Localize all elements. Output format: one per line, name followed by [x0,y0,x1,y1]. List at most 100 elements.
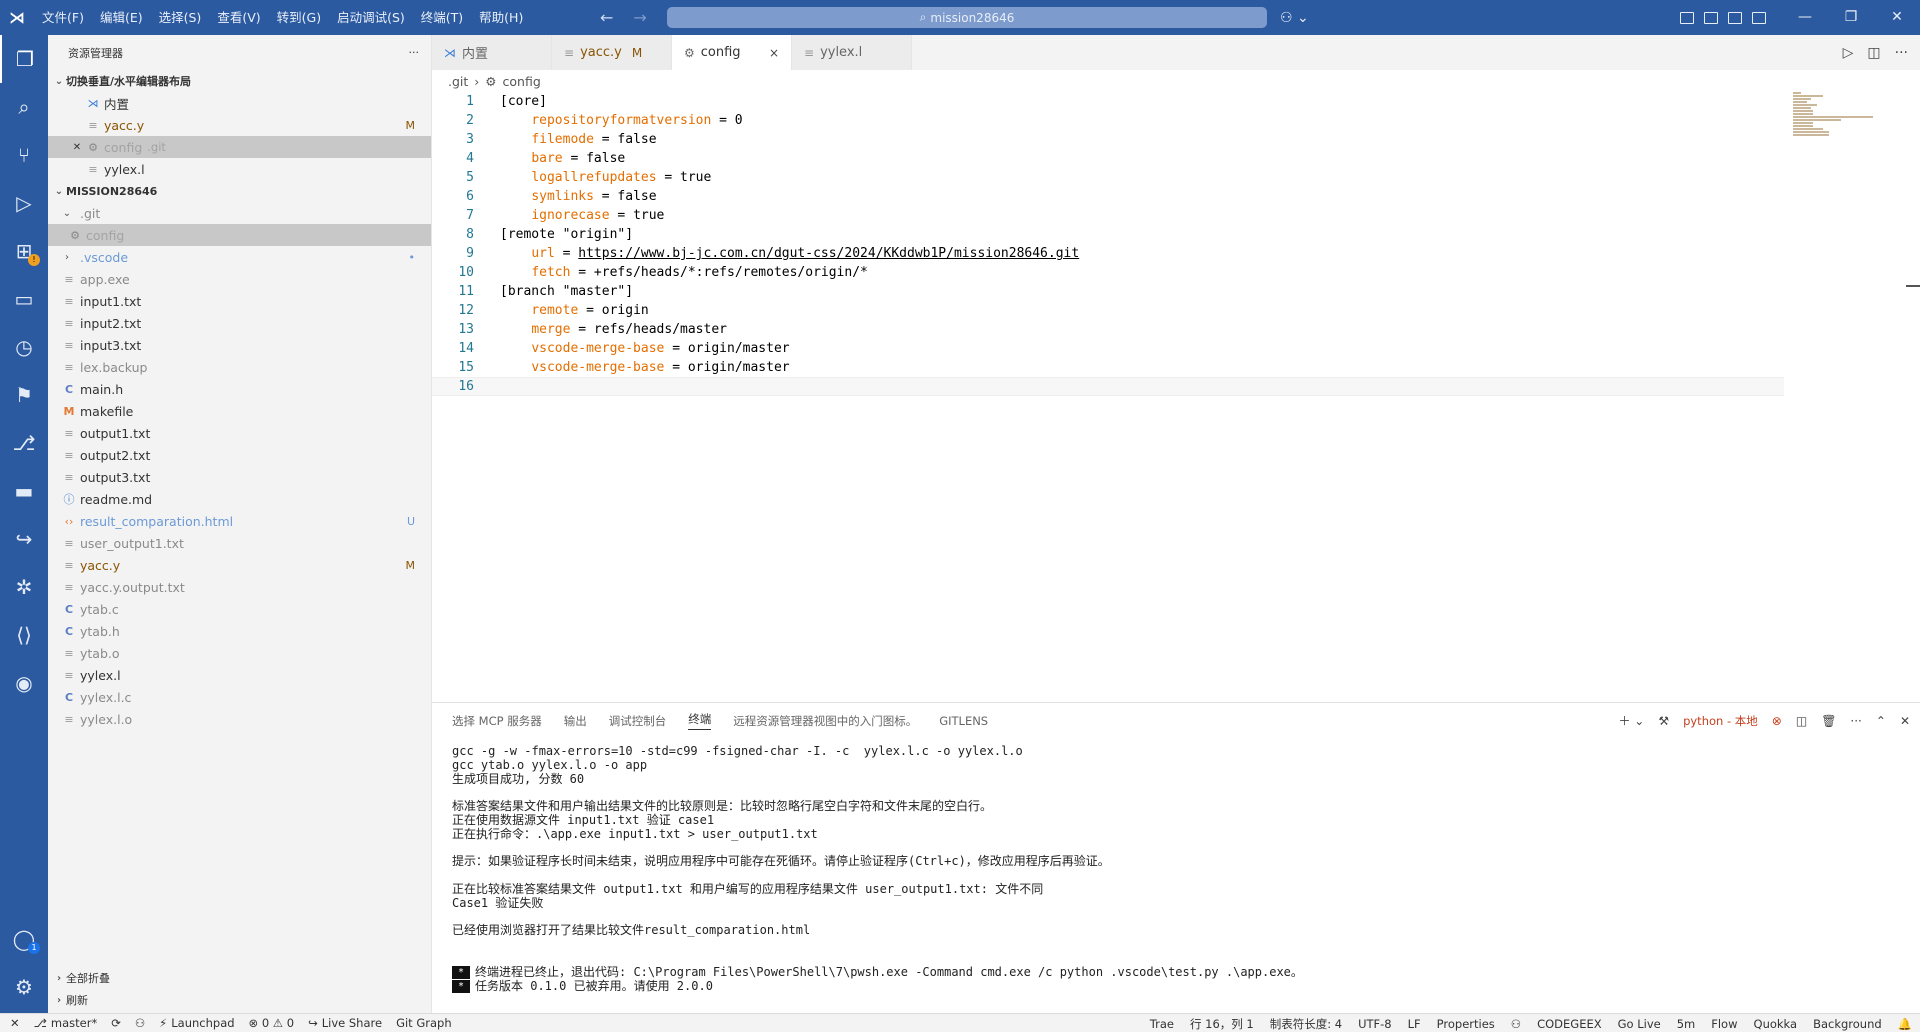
paw-icon[interactable]: ✲ [0,563,48,611]
more-actions-icon[interactable]: ··· [1895,45,1908,61]
problems-label[interactable]: ⊗ 0 ⚠ 0 [249,1016,295,1030]
menu-help[interactable]: 帮助(H) [471,0,531,35]
file-item[interactable]: ‹› result_comparation.html U [48,510,431,532]
panel-tab-terminal[interactable]: 终端 [688,711,712,730]
maximize-panel-icon[interactable]: ⌃ [1876,714,1886,728]
menu-terminal[interactable]: 终端(T) [413,0,471,35]
flow-label[interactable]: Flow [1711,1017,1737,1031]
url-link[interactable]: https://www.bj-jc.com.cn/dgut-css/2024/K… [578,246,1079,261]
terminal-output[interactable]: gcc -g -w -fmax-errors=10 -std=c99 -fsig… [452,744,1892,993]
close-tab-icon[interactable]: × [769,46,779,60]
file-item[interactable]: ≡ input1.txt [48,290,431,312]
code-editor[interactable]: 1 [core] 2 repositoryformatversion = 03 fi… [432,92,1784,702]
minimap[interactable] [1793,92,1920,702]
search-icon[interactable]: ⌕ [0,83,48,131]
split-terminal-icon[interactable]: ◫ [1796,714,1807,728]
file-item[interactable]: ≡ input3.txt [48,334,431,356]
breadcrumb-folder[interactable]: .git [448,74,468,89]
toggle-panel-icon[interactable] [1728,11,1742,24]
code-icon[interactable]: ⟨⟩ [0,611,48,659]
file-item[interactable]: Cytab.c [48,598,431,620]
codegeex-label[interactable]: CODEGEEX [1537,1017,1602,1031]
refresh-section[interactable]: › 刷新 [48,989,431,1011]
panel-tab-gitlens[interactable]: GITLENS [939,714,988,728]
menu-edit[interactable]: 编辑(E) [92,0,151,35]
file-item[interactable]: ≡ output1.txt [48,422,431,444]
background-label[interactable]: Background [1813,1017,1882,1031]
panel-tab-remote-explorer[interactable]: 远程资源管理器视图中的入门图标。 [733,713,917,729]
panel-tab-mcp[interactable]: 选择 MCP 服务器 [452,713,542,729]
open-editor-item[interactable]: ≡ yylex.l [48,158,431,180]
quokka-label[interactable]: Quokka [1754,1017,1798,1031]
collapse-all-section[interactable]: › 全部折叠 [48,967,431,989]
run-icon[interactable]: ▷ [1843,45,1854,61]
menu-file[interactable]: 文件(F) [34,0,92,35]
copilot-icon[interactable]: ⚇ ⌄ [1280,0,1309,35]
settings-gear-icon[interactable]: ⚙ [0,963,48,1011]
file-item[interactable]: ≡ yacc.y M [48,554,431,576]
file-item[interactable]: ≡ yylex.l.o [48,708,431,730]
notifications-bell-icon[interactable]: 🔔 [1898,1017,1912,1031]
file-item[interactable]: Cmain.h [48,378,431,400]
bookmarks-icon[interactable]: ⚑ [0,371,48,419]
file-item[interactable]: ≡ output3.txt [48,466,431,488]
file-item[interactable]: ≡ yacc.y.output.txt [48,576,431,598]
tab-yacc[interactable]: ≡ yacc.y M [552,35,672,70]
panel-tab-debug-console[interactable]: 调试控制台 [609,713,667,729]
file-item[interactable]: ≡ output2.txt [48,444,431,466]
close-window-icon[interactable]: ✕ [1874,0,1920,35]
folder-git[interactable]: ⌄ .git [48,202,431,224]
live-share-icon[interactable]: ↪ [0,515,48,563]
tab-config-active[interactable]: ⚙ config × [672,35,792,70]
line-ending[interactable]: LF [1408,1017,1421,1031]
timer-label[interactable]: 5m [1677,1017,1696,1031]
open-editor-item-selected[interactable]: ✕ ⚙ config .git [48,136,431,158]
graph-icon[interactable]: ⚇ [135,1016,145,1030]
run-debug-icon[interactable]: ▷ [0,179,48,227]
panel-icon[interactable]: ▬ [0,467,48,515]
close-icon[interactable]: ✕ [70,142,84,153]
git-graph-label[interactable]: Git Graph [396,1016,452,1030]
language-mode[interactable]: Properties [1437,1017,1495,1031]
sync-icon[interactable]: ⟳ [111,1016,121,1030]
panel-tab-output[interactable]: 输出 [564,713,587,729]
extensions-icon[interactable]: ⊞! [0,227,48,275]
toggle-primary-sidebar-icon[interactable] [1704,11,1718,24]
file-item[interactable]: Mmakefile [48,400,431,422]
remote-icon[interactable]: ✕ [10,1016,20,1030]
customize-layout-icon[interactable] [1680,11,1694,24]
file-item[interactable]: ≡ app.exe [48,268,431,290]
open-editors-section[interactable]: ⌄ 切换垂直/水平编辑器布局 [48,70,431,92]
forward-arrow-icon[interactable]: → [633,8,646,27]
source-control-icon[interactable]: ⑂ [0,131,48,179]
timeline-icon[interactable]: ◷ [0,323,48,371]
file-item[interactable]: Cyylex.l.c [48,686,431,708]
git-graph-icon[interactable]: ⎇ [0,419,48,467]
file-item[interactable]: ≡ lex.backup [48,356,431,378]
file-item[interactable]: ≡ user_output1.txt [48,532,431,554]
file-item[interactable]: ⓘ readme.md [48,488,431,510]
open-editor-item[interactable]: ≡ yacc.y M [48,114,431,136]
minimize-icon[interactable]: — [1782,0,1828,35]
launchpad-label[interactable]: Launchpad [171,1016,234,1030]
encoding[interactable]: UTF-8 [1358,1017,1392,1031]
trash-icon[interactable]: 🗑 [1821,714,1836,728]
breadcrumb-file[interactable]: config [503,74,541,89]
menu-selection[interactable]: 选择(S) [151,0,210,35]
menu-view[interactable]: 查看(V) [209,0,268,35]
split-editor-icon[interactable]: ◫ [1867,45,1880,61]
toggle-secondary-sidebar-icon[interactable] [1752,11,1766,24]
menu-go[interactable]: 转到(G) [269,0,329,35]
open-editor-item[interactable]: ⋊ 内置 [48,92,431,114]
github-icon[interactable]: ◉ [0,659,48,707]
file-item[interactable]: Cytab.h [48,620,431,642]
restore-icon[interactable]: ❐ [1828,0,1874,35]
branch-label[interactable]: master* [51,1016,97,1030]
file-item[interactable]: ≡ input2.txt [48,312,431,334]
more-actions-icon[interactable]: ··· [409,46,420,59]
file-config-selected[interactable]: ⚙ config [48,224,431,246]
live-share-label[interactable]: Live Share [322,1016,382,1030]
file-item[interactable]: ≡ yylex.l [48,664,431,686]
explorer-icon[interactable]: ❐ [0,35,48,83]
remote-explorer-icon[interactable]: ▭ [0,275,48,323]
